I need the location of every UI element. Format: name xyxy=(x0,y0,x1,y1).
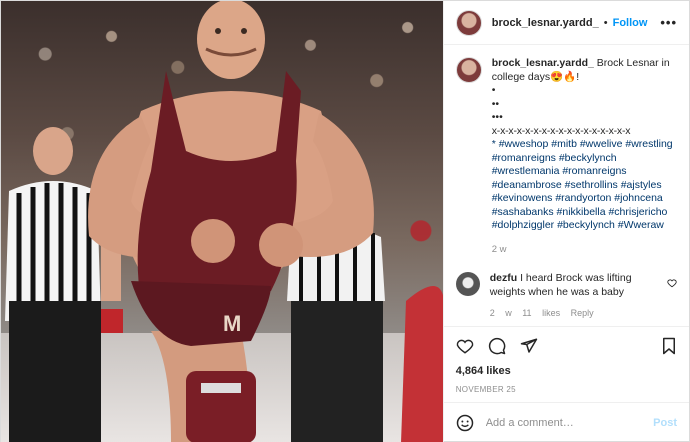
caption-line: •• xyxy=(491,97,500,110)
add-comment-bar: Post xyxy=(444,403,689,442)
caption-username[interactable]: brock_lesnar.yardd_ xyxy=(492,57,594,69)
avatar[interactable] xyxy=(455,9,482,36)
instagram-post: M brock_lesnar.yardd_ • Follow ••• brock… xyxy=(0,0,690,442)
comment-input[interactable] xyxy=(485,417,642,429)
comment-meta[interactable]: 2 w 11 likes Reply xyxy=(490,307,661,321)
likes-count[interactable]: 4,864 likes xyxy=(444,365,689,377)
heart-icon[interactable] xyxy=(456,337,474,355)
caption-line: ••• xyxy=(491,111,503,123)
emoji-icon[interactable] xyxy=(456,414,474,432)
follow-button[interactable]: Follow xyxy=(613,17,648,29)
comment-username[interactable]: dezfu xyxy=(490,272,517,284)
caption-line: • xyxy=(491,84,496,96)
caption-row: brock_lesnar.yardd_ Brock Lesnar in coll… xyxy=(455,57,677,256)
caption-divider: x-x-x-x-x-x-x-x-x-x-x-x-x-x-x-x-x xyxy=(491,124,631,137)
comments-section: brock_lesnar.yardd_ Brock Lesnar in coll… xyxy=(443,45,689,327)
post-photo[interactable]: M xyxy=(1,1,443,442)
svg-text:M: M xyxy=(223,311,241,336)
post-header: brock_lesnar.yardd_ • Follow ••• xyxy=(443,1,689,45)
separator-dot: • xyxy=(603,16,608,29)
bookmark-icon[interactable] xyxy=(661,337,677,355)
action-bar xyxy=(444,327,689,365)
avatar[interactable] xyxy=(455,57,482,83)
comment-row: dezfu I heard Brock was lifting weights … xyxy=(455,272,677,321)
avatar[interactable] xyxy=(455,272,480,296)
caption-hashtags[interactable]: * #wweshop #mitb #wwelive #wrestling #ro… xyxy=(492,138,677,233)
heart-icon[interactable] xyxy=(667,278,677,288)
post-side-panel: brock_lesnar.yardd_ • Follow ••• brock_l… xyxy=(442,1,689,442)
post-comment-button[interactable]: Post xyxy=(653,417,677,429)
comment-icon[interactable] xyxy=(488,337,506,355)
share-icon[interactable] xyxy=(520,337,538,355)
wrestler-illustration: M xyxy=(5,1,443,442)
more-icon[interactable]: ••• xyxy=(660,15,677,30)
caption-time: 2 w xyxy=(491,243,507,255)
caption: brock_lesnar.yardd_ Brock Lesnar in coll… xyxy=(492,57,677,256)
comment: dezfu I heard Brock was lifting weights … xyxy=(490,272,677,321)
username-link[interactable]: brock_lesnar.yardd_ xyxy=(492,17,599,29)
post-date[interactable]: NOVEMBER 25 xyxy=(443,377,689,403)
